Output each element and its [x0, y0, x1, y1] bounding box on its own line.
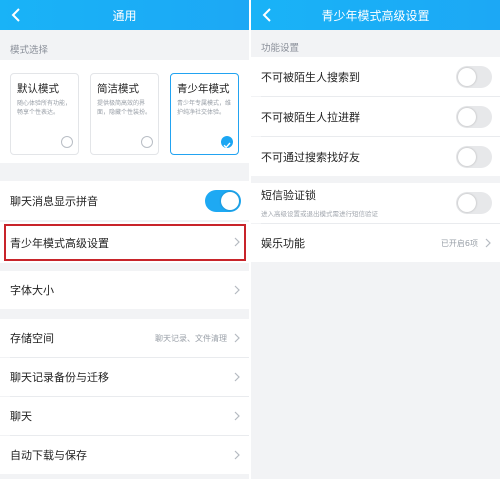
- toggle-row-find-friends: 不可通过搜索找好友: [251, 137, 500, 176]
- entertainment-label: 娱乐功能: [261, 237, 305, 250]
- mode-card-default[interactable]: 默认模式 随心体验所有功能，畅享个性表达。: [10, 73, 79, 155]
- toggle-row-search: 不可被陌生人搜索到: [251, 57, 500, 96]
- pinyin-label: 聊天消息显示拼音: [10, 194, 98, 208]
- mode-selector: 默认模式 随心体验所有功能，畅享个性表达。 简洁模式 提供极简高效的界面，隐藏个…: [0, 60, 249, 163]
- font-size-row[interactable]: 字体大小: [0, 271, 249, 309]
- chevron-right-icon: [234, 285, 240, 295]
- general-settings-screen: 通用 模式选择 默认模式 随心体验所有功能，畅享个性表达。 简洁模式 提供极简高…: [0, 0, 249, 479]
- page-title: 通用: [112, 8, 137, 23]
- toggle-row-group: 不可被陌生人拉进群: [251, 97, 500, 136]
- chat-label: 聊天: [10, 410, 32, 423]
- toggle-knob: [221, 192, 239, 210]
- toggle-label: 不可被陌生人拉进群: [261, 110, 360, 124]
- entertainment-value: 已开启6项: [440, 238, 478, 248]
- pinyin-toggle[interactable]: [205, 190, 241, 212]
- search-toggle[interactable]: [456, 66, 492, 88]
- mode-description: 随心体验所有功能，畅享个性表达。: [17, 100, 72, 116]
- mode-description: 青少年专属模式，维护纯净社交体验。: [177, 100, 232, 116]
- pinyin-row: 聊天消息显示拼音: [0, 181, 249, 220]
- storage-row[interactable]: 存储空间 聊天记录、文件清理: [0, 319, 249, 357]
- page-title: 青少年模式高级设置: [321, 8, 430, 23]
- mode-description: 提供极简高效的界面，隐藏个性装扮。: [97, 100, 152, 116]
- backup-label: 聊天记录备份与迁移: [10, 371, 109, 384]
- top-bar: 通用: [0, 0, 249, 30]
- sms-lock-toggle[interactable]: [456, 192, 492, 214]
- sms-lock-label: 短信验证锁: [261, 189, 316, 202]
- mode-card-teen[interactable]: 青少年模式 青少年专属模式，维护纯净社交体验。: [170, 73, 239, 155]
- mode-title: 青少年模式: [177, 83, 230, 95]
- sms-lock-row: 短信验证锁 进入高级设置或退出模式需进行短信验证: [251, 183, 500, 223]
- find-friends-toggle[interactable]: [456, 146, 492, 168]
- toggle-label: 不可被陌生人搜索到: [261, 70, 360, 84]
- group-toggle[interactable]: [456, 106, 492, 128]
- chevron-right-icon: [485, 238, 491, 248]
- sms-lock-description: 进入高级设置或退出模式需进行短信验证: [261, 210, 378, 218]
- radio-checked-icon[interactable]: [221, 136, 233, 149]
- back-arrow-icon[interactable]: [7, 4, 27, 26]
- toggle-knob: [458, 148, 476, 166]
- back-arrow-icon[interactable]: [258, 4, 278, 26]
- storage-label: 存储空间: [10, 332, 54, 345]
- chevron-right-icon: [234, 450, 240, 460]
- toggle-knob: [458, 108, 476, 126]
- entertainment-row[interactable]: 娱乐功能 已开启6项: [251, 224, 500, 262]
- auto-download-row[interactable]: 自动下载与保存: [0, 436, 249, 474]
- teen-advanced-settings-screen: 青少年模式高级设置 功能设置 不可被陌生人搜索到 不可被陌生人拉进群 不可通过搜…: [251, 0, 500, 479]
- backup-row[interactable]: 聊天记录备份与迁移: [0, 358, 249, 396]
- toggle-knob: [458, 194, 476, 212]
- chevron-right-icon: [234, 372, 240, 382]
- toggle-label: 不可通过搜索找好友: [261, 150, 360, 164]
- radio-unchecked-icon[interactable]: [61, 136, 73, 148]
- mode-title: 默认模式: [17, 83, 59, 95]
- highlight-box: [4, 224, 246, 261]
- chevron-right-icon: [234, 333, 240, 343]
- chevron-right-icon: [234, 411, 240, 421]
- mode-card-simple[interactable]: 简洁模式 提供极简高效的界面，隐藏个性装扮。: [90, 73, 159, 155]
- chat-row[interactable]: 聊天: [0, 397, 249, 435]
- top-bar: 青少年模式高级设置: [251, 0, 500, 30]
- mode-title: 简洁模式: [97, 83, 139, 95]
- auto-download-label: 自动下载与保存: [10, 449, 87, 462]
- toggle-knob: [458, 68, 476, 86]
- function-section-label: 功能设置: [261, 43, 300, 54]
- font-size-label: 字体大小: [10, 284, 54, 297]
- checkmark-icon: [223, 142, 231, 149]
- mode-section-label: 模式选择: [10, 45, 49, 56]
- radio-unchecked-icon[interactable]: [141, 136, 153, 148]
- storage-value: 聊天记录、文件清理: [155, 333, 227, 343]
